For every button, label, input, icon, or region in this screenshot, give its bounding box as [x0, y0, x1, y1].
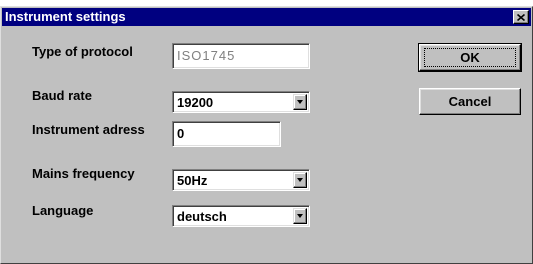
mains-frequency-select[interactable]: 50Hz — [172, 169, 310, 191]
close-icon — [517, 13, 525, 21]
language-select[interactable]: deutsch — [172, 205, 310, 227]
language-dropdown-button[interactable] — [293, 208, 307, 224]
protocol-value: ISO1745 — [177, 48, 236, 63]
mains-frequency-dropdown-button[interactable] — [293, 172, 307, 188]
baud-rate-label: Baud rate — [32, 88, 92, 103]
language-label: Language — [32, 203, 94, 218]
titlebar[interactable]: Instrument settings — [2, 8, 531, 26]
protocol-label: Type of protocol — [32, 44, 133, 59]
cancel-button[interactable]: Cancel — [419, 88, 521, 115]
instrument-settings-dialog: Instrument settings Type of protocol ISO… — [0, 6, 533, 264]
instrument-address-input[interactable]: 0 — [172, 121, 281, 147]
ok-button[interactable]: OK — [418, 43, 522, 72]
chevron-down-icon — [297, 178, 303, 182]
mains-frequency-label: Mains frequency — [32, 166, 135, 181]
baud-rate-dropdown-button[interactable] — [293, 94, 307, 110]
window-title: Instrument settings — [5, 9, 126, 24]
instrument-address-label: Instrument adress — [32, 122, 145, 137]
ok-button-label: OK — [460, 50, 480, 65]
protocol-field: ISO1745 — [172, 43, 310, 69]
mains-frequency-value: 50Hz — [177, 173, 208, 188]
language-value: deutsch — [177, 209, 227, 224]
cancel-button-label: Cancel — [448, 94, 492, 109]
baud-rate-select[interactable]: 19200 — [172, 91, 310, 113]
close-button[interactable] — [513, 10, 529, 24]
chevron-down-icon — [297, 100, 303, 104]
chevron-down-icon — [297, 214, 303, 218]
instrument-address-value: 0 — [177, 126, 185, 141]
baud-rate-value: 19200 — [177, 95, 214, 110]
